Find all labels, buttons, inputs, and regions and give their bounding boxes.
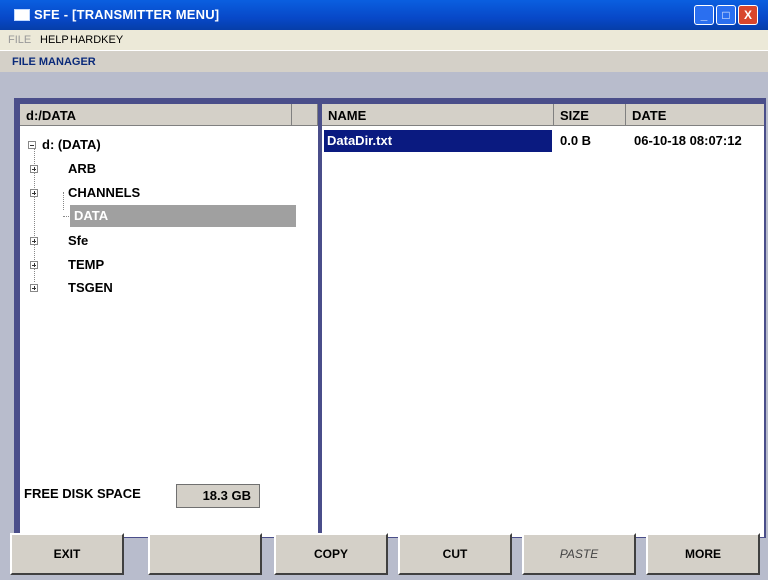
tree-item-label: ARB <box>68 161 97 176</box>
file-row[interactable]: DataDir.txt 0.0 B 06-10-18 08:07:12 <box>322 130 764 152</box>
free-disk-space-value: 18.3 GB <box>176 484 260 508</box>
free-disk-space-label: FREE DISK SPACE <box>24 486 141 501</box>
tree-header-spacer <box>292 104 318 126</box>
paste-button[interactable]: PASTE <box>522 533 636 575</box>
tree-item-label: DATA <box>70 205 296 227</box>
tree-item-label: TEMP <box>68 257 105 272</box>
cut-button[interactable]: CUT <box>398 533 512 575</box>
column-header-date[interactable]: DATE <box>626 104 764 126</box>
window-title: SFE - [TRANSMITTER MENU] <box>34 7 220 22</box>
folder-tree-pane[interactable]: d:/DATA d: (DATA) ARB CHANNELS DATA Sfe … <box>20 104 318 537</box>
tree-item-label: Sfe <box>68 233 89 248</box>
close-button[interactable]: X <box>738 5 758 25</box>
app-icon <box>14 9 30 21</box>
column-header-size[interactable]: SIZE <box>554 104 626 126</box>
column-header-name[interactable]: NAME <box>322 104 554 126</box>
maximize-button[interactable]: □ <box>716 5 736 25</box>
more-button[interactable]: MORE <box>646 533 760 575</box>
expand-icon[interactable] <box>30 284 38 292</box>
section-bar: FILE MANAGER <box>0 50 768 73</box>
file-size: 0.0 B <box>560 133 592 148</box>
file-date: 06-10-18 08:07:12 <box>634 133 742 148</box>
section-title: FILE MANAGER <box>12 56 96 68</box>
expand-icon[interactable] <box>30 165 38 173</box>
collapse-icon[interactable] <box>28 141 36 149</box>
expand-icon[interactable] <box>30 261 38 269</box>
tree-root-label: d: (DATA) <box>42 137 101 152</box>
menu-help[interactable]: HELP <box>40 34 69 46</box>
blank-softkey-button[interactable] <box>148 533 262 575</box>
menu-file[interactable]: FILE <box>8 34 31 46</box>
title-bar: SFE - [TRANSMITTER MENU] _ □ X <box>0 0 768 30</box>
tree-item-label: CHANNELS <box>68 185 141 200</box>
copy-button[interactable]: COPY <box>274 533 388 575</box>
tree-header: d:/DATA <box>20 104 292 126</box>
file-list-pane[interactable]: NAME SIZE DATE DataDir.txt 0.0 B 06-10-1… <box>322 104 764 537</box>
minimize-button[interactable]: _ <box>694 5 714 25</box>
menu-bar: FILE HELP HARDKEY <box>0 30 768 50</box>
expand-icon[interactable] <box>30 189 38 197</box>
exit-button[interactable]: EXIT <box>10 533 124 575</box>
tree-item-label: TSGEN <box>68 280 113 295</box>
tree-item-data[interactable]: DATA <box>20 205 296 227</box>
expand-icon[interactable] <box>30 237 38 245</box>
menu-hardkey[interactable]: HARDKEY <box>70 34 123 46</box>
file-name: DataDir.txt <box>324 130 552 152</box>
tree-guide <box>63 216 69 217</box>
